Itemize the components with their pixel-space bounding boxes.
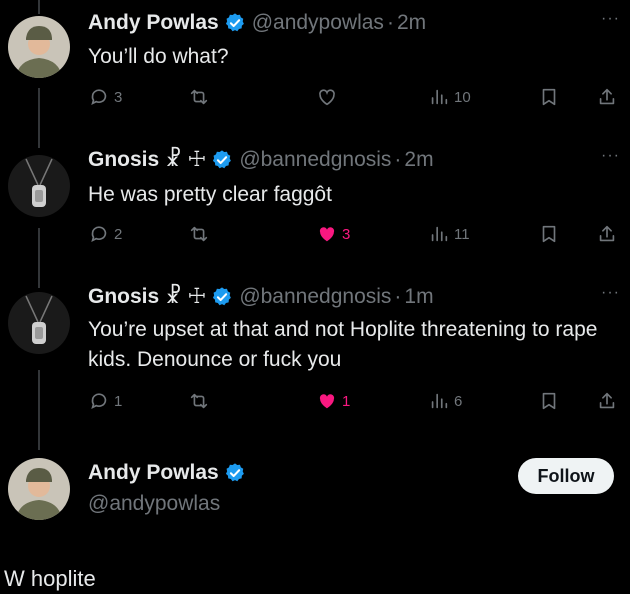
timestamp[interactable]: 2m: [397, 10, 426, 36]
more-options-icon[interactable]: ···: [601, 148, 620, 164]
display-name[interactable]: Andy Powlas: [88, 10, 219, 36]
verified-badge-icon: [225, 463, 244, 482]
view-count: 6: [454, 392, 463, 410]
like-count: 1: [342, 392, 351, 410]
timestamp[interactable]: 2m: [404, 147, 433, 173]
bookmark-icon: [542, 88, 556, 106]
bookmark-button[interactable]: [538, 390, 560, 412]
bookmark-button[interactable]: [538, 86, 560, 108]
like-button[interactable]: [316, 86, 338, 108]
tweet-text: You’ll do what?: [88, 45, 229, 68]
display-name[interactable]: Andy Powlas: [88, 460, 219, 486]
user-handle[interactable]: @andypowlas: [252, 10, 384, 36]
display-name[interactable]: Gnosis: [88, 284, 159, 310]
heart-icon: [319, 89, 335, 106]
tweet-text: You’re upset at that and not Hoplite thr…: [88, 318, 598, 371]
views-button[interactable]: 10: [428, 86, 471, 108]
reply-button[interactable]: 2: [88, 223, 122, 245]
share-button[interactable]: [596, 86, 618, 108]
repost-button[interactable]: [188, 223, 210, 245]
separator-dot: ·: [394, 285, 402, 308]
reply-count: 2: [114, 225, 123, 243]
avatar[interactable]: [8, 292, 70, 354]
share-button[interactable]: [596, 390, 618, 412]
timestamp[interactable]: 1m: [404, 284, 433, 310]
follow-button[interactable]: Follow: [518, 458, 614, 494]
user-handle[interactable]: @bannedgnosis: [239, 147, 391, 173]
avatar[interactable]: [8, 155, 70, 217]
reply-icon: [91, 393, 107, 409]
heart-filled-icon: [319, 227, 335, 242]
view-count: 10: [454, 88, 471, 106]
more-options-icon[interactable]: ···: [601, 285, 620, 301]
display-name[interactable]: Gnosis: [88, 147, 159, 173]
repost-button[interactable]: [188, 390, 210, 412]
tweet-header: Gnosis ☧ ☩ @bannedgnosis · 2m: [88, 147, 434, 173]
tweet[interactable]: Gnosis ☧ ☩ @bannedgnosis · 2m ··· He was…: [0, 147, 630, 267]
like-count: 3: [342, 225, 351, 243]
tweet[interactable]: Andy Powlas @andypowlas · 2m ··· You’ll …: [0, 10, 630, 130]
tweet-actions: 3 10: [88, 86, 628, 112]
verified-badge-icon: [213, 150, 232, 169]
name-emoji: ☧ ☩: [165, 148, 207, 171]
verified-badge-icon: [213, 287, 232, 306]
tweet[interactable]: Gnosis ☧ ☩ @bannedgnosis · 1m ··· You’re…: [0, 284, 630, 424]
more-options-icon[interactable]: ···: [601, 11, 620, 27]
share-button[interactable]: [596, 223, 618, 245]
share-icon: [599, 225, 615, 242]
bookmark-icon: [542, 392, 556, 410]
heart-filled-icon: [319, 394, 335, 409]
reply-icon: [91, 226, 107, 242]
reply-count: 1: [114, 392, 123, 410]
repost-icon: [190, 393, 208, 409]
analytics-icon: [431, 226, 448, 242]
analytics-icon: [431, 393, 448, 409]
bookmark-button[interactable]: [538, 223, 560, 245]
tweet-actions: 1 1 6: [88, 390, 628, 416]
analytics-icon: [431, 89, 448, 105]
verified-badge-icon: [225, 13, 244, 32]
tweet-text: He was pretty clear faggôt: [88, 183, 332, 206]
views-button[interactable]: 6: [428, 390, 462, 412]
like-button[interactable]: 1: [316, 390, 350, 412]
avatar[interactable]: [8, 458, 70, 520]
avatar[interactable]: [8, 16, 70, 78]
repost-icon: [190, 89, 208, 105]
reply-button[interactable]: 1: [88, 390, 122, 412]
tweet-header: Gnosis ☧ ☩ @bannedgnosis · 1m: [88, 284, 434, 310]
separator-dot: ·: [394, 148, 402, 171]
share-icon: [599, 88, 615, 105]
user-handle[interactable]: @bannedgnosis: [239, 284, 391, 310]
profile-name-row: Andy Powlas: [88, 460, 246, 486]
repost-icon: [190, 226, 208, 242]
reply-icon: [91, 89, 107, 105]
bookmark-icon: [542, 225, 556, 243]
reply-count: 3: [114, 88, 123, 106]
view-count: 11: [454, 225, 470, 243]
like-button[interactable]: 3: [316, 223, 350, 245]
share-icon: [599, 392, 615, 409]
separator-dot: ·: [386, 11, 394, 34]
tweet-header: Andy Powlas @andypowlas · 2m: [88, 10, 426, 36]
tweet-actions: 2 3 11: [88, 223, 628, 249]
reply-button[interactable]: 3: [88, 86, 122, 108]
name-emoji: ☧ ☩: [165, 285, 207, 308]
caption-text: W hoplite: [4, 566, 96, 591]
thread-screenshot: Andy Powlas @andypowlas · 2m ··· You’ll …: [0, 0, 630, 594]
repost-button[interactable]: [188, 86, 210, 108]
views-button[interactable]: 11: [428, 223, 470, 245]
